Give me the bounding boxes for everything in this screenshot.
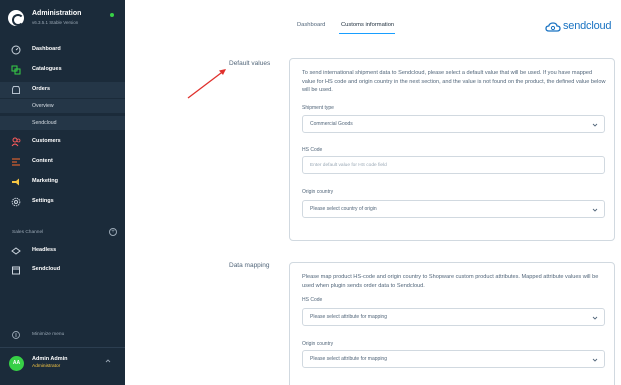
chevron-down-icon [592,316,598,320]
sendcloud-logo: sendcloud [545,20,615,34]
avatar: AA [9,356,24,371]
sidebar-subitem-overview[interactable]: Overview [0,99,125,113]
sidebar-item-label: Customers [32,138,61,144]
sendcloud-wordmark: sendcloud [563,20,612,32]
sidebar-item-label: Catalogues [32,66,62,72]
customers-icon [11,137,21,147]
minimize-menu-button[interactable]: Minimize menu [0,329,125,341]
sidebar-item-label: Headless [32,247,57,253]
sidebar-subitem-label: Sendcloud [32,120,57,126]
mapping-hs-code-label: HS Code [302,297,323,303]
shipment-type-label: Shipment type [302,105,334,111]
sidebar-item-label: Dashboard [32,46,61,52]
sidebar-item-marketing[interactable]: Marketing [0,174,125,190]
sidebar-item-label: Content [32,158,53,164]
tab-active-indicator [339,33,395,34]
gauge-icon [11,45,21,55]
sidebar-item-orders[interactable]: Orders [0,82,125,98]
data-mapping-card: Please map product HS-code and origin co… [289,262,615,385]
brand-title: Administration [32,10,82,17]
user-role: Administrator [32,364,61,369]
section-label-default-values: Default values [229,60,271,67]
user-name: Admin Admin [32,356,68,362]
shipment-type-select[interactable]: Commercial Goods [302,115,605,133]
sales-channel-header: Sales Channel + [12,228,117,238]
gear-icon [11,197,21,207]
origin-country-label: Origin country [302,189,334,195]
tab-dashboard[interactable]: Dashboard [297,22,325,28]
sales-channel-label: Sales Channel [12,230,44,235]
sidebar-subitem-sendcloud[interactable]: Sendcloud [0,116,125,130]
sidebar: Administration v6.3.5.1 Stable Version D… [0,0,125,385]
sidebar-subitem-label: Overview [32,103,54,109]
sidebar-item-label: Sendcloud [32,266,61,272]
sidebar-item-catalogues[interactable]: Catalogues [0,62,125,78]
hs-code-placeholder: Enter default value for HS code field [310,163,387,168]
default-values-description: To send international shipment data to S… [302,70,606,93]
tab-customs-information[interactable]: Customs information [341,22,394,28]
section-label-data-mapping: Data mapping [229,262,270,269]
mapping-origin-country-label: Origin country [302,341,334,347]
hs-code-label: HS Code [302,147,323,153]
minimize-icon [12,331,20,339]
catalogue-icon [11,65,21,75]
chevron-down-icon [592,123,598,127]
sidebar-item-settings[interactable]: Settings [0,194,125,210]
content-icon [12,158,20,166]
headless-icon [11,247,21,255]
sidebar-item-sendcloud-channel[interactable]: Sendcloud [0,262,125,278]
storefront-icon [12,266,20,275]
shopware-logo-icon [8,10,24,26]
chevron-up-icon [105,359,111,363]
shipment-type-value: Commercial Goods [310,121,353,127]
sidebar-item-label: Settings [32,198,54,204]
add-sales-channel-icon[interactable]: + [109,228,117,236]
brand[interactable]: Administration v6.3.5.1 Stable Version [8,8,118,30]
sidebar-item-content[interactable]: Content [0,154,125,170]
sidebar-item-label: Marketing [32,178,58,184]
default-values-card: To send international shipment data to S… [289,58,615,241]
mapping-hs-code-value: Please select attribute for mapping [310,314,387,320]
annotation-arrow-icon [187,69,226,99]
sidebar-item-dashboard[interactable]: Dashboard [0,42,125,58]
minimize-label: Minimize menu [32,332,65,337]
chevron-down-icon [592,208,598,212]
sidebar-divider [0,347,125,348]
cloud-icon [545,22,561,32]
orders-icon [12,86,20,94]
mapping-origin-country-value: Please select attribute for mapping [310,356,387,362]
origin-country-value: Please select country of origin [310,206,377,212]
data-mapping-description: Please map product HS-code and origin co… [302,274,599,289]
chevron-down-icon [592,358,598,362]
origin-country-select[interactable]: Please select country of origin [302,200,605,218]
brand-version: v6.3.5.1 Stable Version [32,20,79,25]
sidebar-item-customers[interactable]: Customers [0,134,125,150]
mapping-hs-code-select[interactable]: Please select attribute for mapping [302,308,605,326]
mapping-origin-country-select[interactable]: Please select attribute for mapping [302,350,605,368]
sidebar-item-headless[interactable]: Headless [0,243,125,259]
sidebar-item-label: Orders [32,86,51,92]
hs-code-input[interactable]: Enter default value for HS code field [302,156,605,174]
user-menu[interactable]: AA Admin Admin Administrator [0,350,125,380]
status-dot [110,13,114,17]
megaphone-icon [12,178,19,186]
